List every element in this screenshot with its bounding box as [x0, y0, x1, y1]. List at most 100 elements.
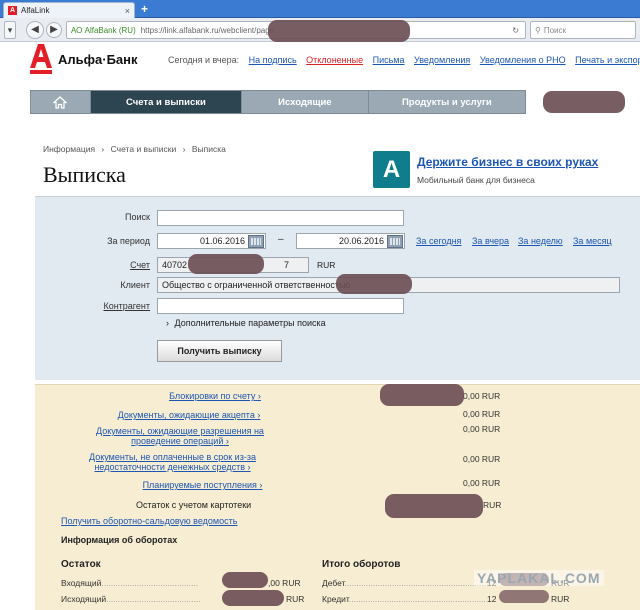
menu-outgoing[interactable]: Исходящие — [242, 91, 369, 113]
card-balance-label: Остаток с учетом картотеки — [136, 500, 252, 510]
reload-icon[interactable]: ↻ — [512, 26, 519, 35]
main-menu: Счета и выписки Исходящие Продукты и усл… — [30, 90, 526, 114]
search-input[interactable] — [157, 210, 404, 226]
quick-today[interactable]: За сегодня — [416, 236, 461, 246]
debit-label: Дебет...................................… — [322, 578, 489, 588]
tab-close-icon[interactable]: × — [125, 6, 130, 16]
date-from-value: 01.06.2016 — [199, 236, 245, 246]
chevron-right-icon: › — [257, 391, 261, 401]
alfa-logo-icon — [30, 44, 52, 74]
download-icon[interactable]: ▾ — [4, 21, 16, 39]
incoming-value: ,00 RUR — [268, 578, 301, 588]
credit-label: Кредит..................................… — [322, 594, 486, 604]
home-icon — [53, 95, 68, 109]
get-statement-button[interactable]: Получить выписку — [157, 340, 282, 362]
home-button[interactable] — [31, 91, 91, 113]
redaction-mark — [385, 494, 483, 518]
period-dash: – — [278, 234, 284, 245]
blocks-value: 0,00 RUR — [463, 391, 501, 401]
redaction-mark — [543, 91, 625, 113]
redaction-mark — [222, 590, 284, 606]
account-prefix: 40702 — [162, 260, 188, 270]
period-label: За период — [107, 236, 150, 246]
awaiting-permission-value: 0,00 RUR — [463, 424, 501, 434]
quick-week[interactable]: За неделю — [518, 236, 563, 246]
date-to-field[interactable]: 20.06.2016 — [296, 233, 405, 249]
nav-print-export[interactable]: Печать и экспорт — [575, 55, 640, 65]
alfa-favicon-icon: A — [8, 6, 17, 15]
breadcrumb-sep: › — [182, 144, 186, 154]
totals-header: Итого оборотов — [322, 559, 401, 570]
forward-icon[interactable]: ▶ — [46, 22, 62, 38]
awaiting-accept-value: 0,00 RUR — [463, 409, 501, 419]
date-to-value: 20.06.2016 — [338, 236, 384, 246]
search-icon: ⚲ — [535, 25, 541, 35]
client-label: Клиент — [120, 280, 150, 290]
nav-rno-notifications[interactable]: Уведомления о РНО — [480, 55, 566, 65]
outgoing-value: RUR — [286, 594, 305, 604]
planned-income-link[interactable]: Планируемые поступления › — [135, 480, 270, 490]
chevron-right-icon: › — [247, 462, 251, 472]
awaiting-accept-link[interactable]: Документы, ожидающие акцепта › — [108, 410, 270, 420]
rest-header: Остаток — [61, 559, 101, 570]
nav-to-sign[interactable]: На подпись — [249, 55, 297, 65]
client-value: Общество с ограниченной ответственностью — [162, 280, 351, 290]
nav-notifications[interactable]: Уведомления — [414, 55, 470, 65]
breadcrumb: Информация › Счета и выписки › Выписка — [43, 144, 226, 154]
breadcrumb-accounts[interactable]: Счета и выписки — [111, 144, 177, 154]
url-text: https://link.alfabank.ru/webclient/page — [140, 25, 275, 35]
mobile-bank-icon[interactable]: А — [373, 151, 410, 188]
account-label[interactable]: Счет — [35, 260, 150, 270]
chevron-right-icon: › — [259, 480, 263, 490]
breadcrumb-sep: › — [101, 144, 105, 154]
quick-yesterday[interactable]: За вчера — [472, 236, 509, 246]
awaiting-permission-link[interactable]: Документы, ожидающие разрешения на прове… — [95, 426, 265, 446]
promo-title[interactable]: Держите бизнес в своих руках — [417, 155, 598, 169]
tab-title: AlfaLink — [21, 6, 50, 15]
nav-letters[interactable]: Письма — [373, 55, 405, 65]
outgoing-label: Исходящий...............................… — [61, 594, 201, 604]
site-identity: АО AlfaBank (RU) — [71, 25, 136, 35]
card-balance-value: RUR — [483, 500, 502, 510]
date-from-field[interactable]: 01.06.2016 — [157, 233, 266, 249]
counterparty-label[interactable]: Контрагент — [35, 301, 150, 311]
calendar-icon[interactable] — [387, 235, 403, 248]
planned-income-value: 0,00 RUR — [463, 478, 501, 488]
search-placeholder: Поиск — [543, 25, 567, 35]
quick-month[interactable]: За месяц — [573, 236, 612, 246]
browser-tab[interactable]: A AlfaLink × — [3, 2, 135, 18]
breadcrumb-info[interactable]: Информация — [43, 144, 95, 154]
chevron-right-icon: › — [166, 318, 169, 328]
today-label: Сегодня и вчера: — [168, 55, 240, 65]
promo-subtitle: Мобильный банк для бизнеса — [417, 175, 535, 185]
account-suffix: 7 — [284, 260, 290, 270]
redaction-mark — [188, 254, 264, 274]
search-label: Поиск — [125, 212, 150, 222]
top-nav: Сегодня и вчера: На подпись Отклоненные … — [168, 55, 640, 65]
chevron-right-icon: › — [225, 436, 229, 446]
nav-rejected[interactable]: Отклоненные — [306, 55, 363, 65]
menu-accounts[interactable]: Счета и выписки — [90, 91, 243, 113]
calendar-icon[interactable] — [248, 235, 264, 248]
incoming-label: Входящий................................… — [61, 578, 199, 588]
more-params-toggle[interactable]: › Дополнительные параметры поиска — [166, 318, 326, 328]
redaction-mark — [336, 274, 412, 294]
watermark: YAPLAKAL.COM — [474, 570, 604, 586]
credit-value: 12 — [487, 594, 497, 604]
unpaid-docs-link[interactable]: Документы, не оплаченные в срок из-за не… — [80, 452, 265, 472]
chevron-right-icon: › — [257, 410, 261, 420]
unpaid-docs-value: 0,00 RUR — [463, 454, 501, 464]
menu-products[interactable]: Продукты и услуги — [369, 91, 525, 113]
new-tab-button[interactable]: + — [141, 2, 148, 16]
counterparty-input[interactable] — [157, 298, 404, 314]
blocks-link[interactable]: Блокировки по счету › — [160, 391, 270, 401]
browser-search-input[interactable]: ⚲ Поиск — [530, 21, 636, 39]
redaction-mark — [222, 572, 268, 588]
page-title: Выписка — [43, 162, 126, 187]
osv-link[interactable]: Получить оборотно-сальдовую ведомость — [61, 516, 237, 526]
credit-tail: RUR — [551, 594, 570, 604]
bank-name: Альфа·Банк — [58, 52, 138, 67]
back-icon[interactable]: ◀ — [26, 21, 44, 39]
redaction-mark — [268, 20, 410, 42]
turnover-header: Информация об оборотах — [61, 535, 178, 545]
